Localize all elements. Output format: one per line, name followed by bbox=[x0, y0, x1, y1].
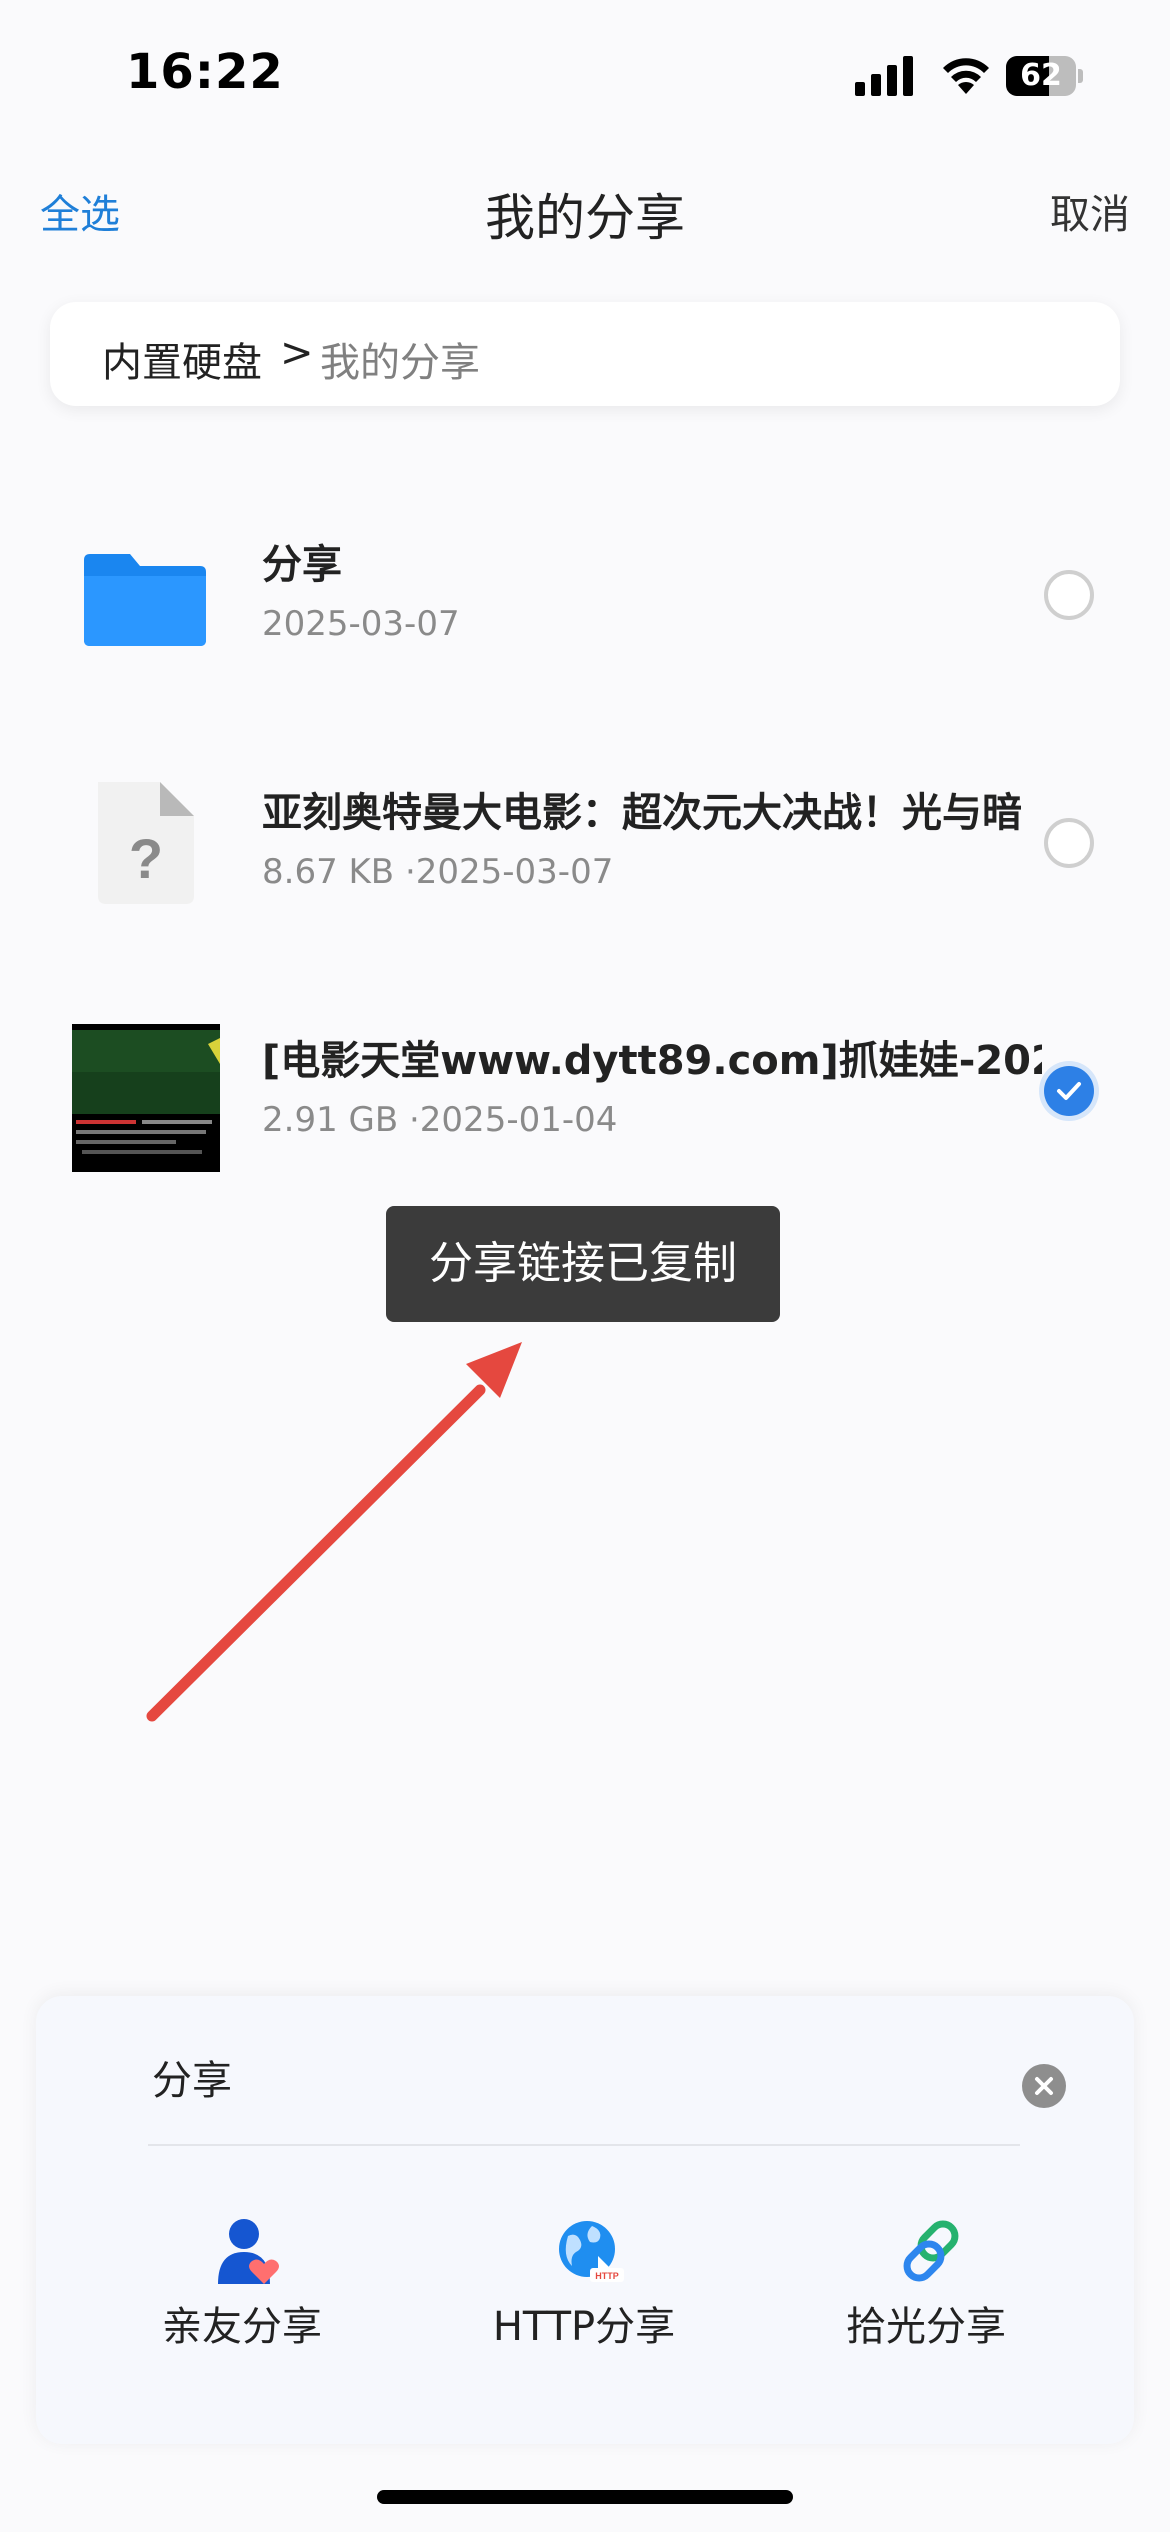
share-sheet-title: 分享 bbox=[152, 2058, 232, 2104]
http-share-icon: HTTP bbox=[559, 2221, 624, 2282]
share-sheet: 分享 亲友分享 HTTP HTTP分享 拾光分享 bbox=[36, 1996, 1134, 2444]
share-option-label: 拾光分享 bbox=[846, 2304, 1006, 2350]
breadcrumb: 内置硬盘 > 我的分享 bbox=[50, 302, 1120, 406]
battery-percent: 62 bbox=[1020, 58, 1062, 93]
file-name: [电影天堂www.dytt89.com]抓娃娃-2024 bbox=[262, 1038, 1042, 1084]
status-bar: 16:22 62 bbox=[0, 0, 1170, 150]
nav-bar: 全选 我的分享 取消 bbox=[0, 160, 1170, 260]
share-option-friends[interactable]: 亲友分享 bbox=[92, 2216, 392, 2356]
file-meta: 2025-03-07 bbox=[262, 604, 460, 644]
checkmark-icon bbox=[1057, 1082, 1081, 1100]
close-icon bbox=[1035, 2077, 1053, 2095]
select-checkbox[interactable] bbox=[1044, 570, 1094, 620]
close-button[interactable] bbox=[1022, 2064, 1066, 2108]
share-option-label: 亲友分享 bbox=[162, 2304, 322, 2350]
share-option-link[interactable]: 拾光分享 bbox=[776, 2216, 1076, 2356]
http-badge-text: HTTP bbox=[595, 2271, 619, 2281]
selected-checkbox[interactable] bbox=[1044, 1066, 1094, 1116]
folder-icon bbox=[84, 554, 206, 646]
link-share-icon bbox=[903, 2220, 959, 2282]
breadcrumb-root[interactable]: 内置硬盘 bbox=[102, 330, 262, 388]
cancel-button[interactable]: 取消 bbox=[1050, 182, 1130, 240]
file-row-folder[interactable]: 分享 2025-03-07 bbox=[0, 470, 1170, 710]
unknown-file-icon: ? bbox=[98, 782, 194, 904]
breadcrumb-current: 我的分享 bbox=[320, 340, 480, 386]
svg-text:?: ? bbox=[129, 827, 163, 890]
friend-share-icon bbox=[218, 2219, 279, 2284]
select-checkbox[interactable] bbox=[1044, 818, 1094, 868]
wifi-icon bbox=[943, 58, 989, 94]
battery-icon: 62 bbox=[1006, 56, 1083, 96]
file-meta: 8.67 KB ·2025-03-07 bbox=[262, 852, 614, 892]
file-name: 亚刻奥特曼大电影：超次元大决战！光与暗 bbox=[262, 790, 1022, 836]
file-row-unknown[interactable]: ? 亚刻奥特曼大电影：超次元大决战！光与暗 8.67 KB ·2025-03-0… bbox=[0, 718, 1170, 958]
share-option-label: HTTP分享 bbox=[492, 2304, 676, 2350]
video-thumbnail bbox=[72, 1024, 220, 1172]
status-time: 16:22 bbox=[126, 44, 284, 100]
file-row-video[interactable]: [电影天堂www.dytt89.com]抓娃娃-2024 2.91 GB ·20… bbox=[0, 966, 1170, 1206]
page-title: 我的分享 bbox=[485, 189, 685, 247]
breadcrumb-separator: > bbox=[280, 330, 314, 376]
share-option-http[interactable]: HTTP HTTP分享 bbox=[434, 2216, 734, 2356]
file-meta: 2.91 GB ·2025-01-04 bbox=[262, 1100, 618, 1140]
divider bbox=[148, 2144, 1020, 2146]
cellular-signal-icon bbox=[855, 56, 913, 96]
file-name: 分享 bbox=[262, 542, 342, 588]
home-indicator[interactable] bbox=[377, 2490, 793, 2504]
toast-message: 分享链接已复制 bbox=[386, 1206, 780, 1322]
